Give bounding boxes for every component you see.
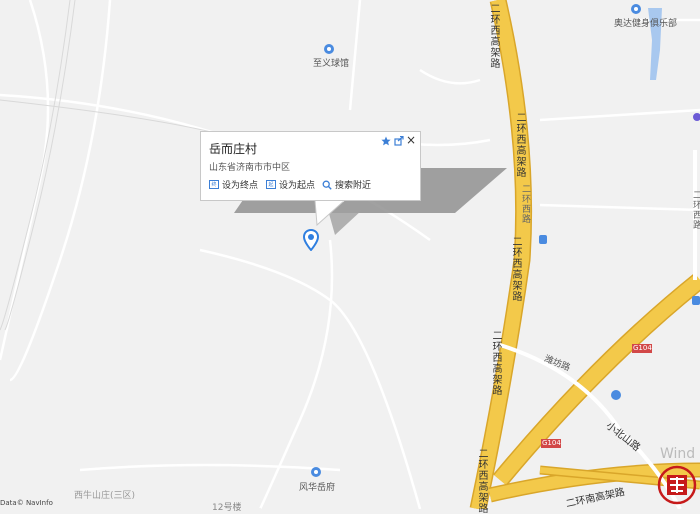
- watermark-text: Wind: [660, 446, 696, 462]
- poi-no12-label[interactable]: 12号楼: [212, 500, 241, 513]
- road-label-ring-west-right: 二环西路: [691, 190, 700, 230]
- poi-aoda-icon[interactable]: [631, 4, 641, 14]
- set-destination-button[interactable]: 终 设为终点: [209, 178, 258, 191]
- search-icon: [322, 180, 332, 190]
- info-popup: 岳而庄村 山东省济南市市中区 × 终 设为终点 起 设为起点 搜索附近: [200, 131, 421, 201]
- poi-shengyi-icon[interactable]: [324, 44, 334, 54]
- g104-label-2: G104: [542, 439, 561, 447]
- popup-title: 岳而庄村: [209, 142, 258, 156]
- poi-fenghua-icon[interactable]: [311, 467, 321, 477]
- set-origin-button[interactable]: 起 设为起点: [266, 178, 315, 191]
- site-logo-stamp: [657, 465, 697, 505]
- map-canvas[interactable]: [0, 0, 700, 509]
- poi-fenghua-label[interactable]: 风华岳府: [299, 480, 335, 493]
- destination-icon: 终: [209, 180, 219, 189]
- road-label-ring-west-viaduct-3: 二环西高架路: [510, 236, 521, 302]
- road-label-ring-west: 二环西路: [520, 184, 530, 224]
- location-pin-icon[interactable]: [303, 229, 319, 251]
- search-nearby-label: 搜索附近: [335, 181, 372, 191]
- road-label-ring-west-viaduct-2: 二环西高架路: [514, 112, 525, 178]
- set-destination-label: 设为终点: [222, 181, 259, 191]
- bus-stop-icon[interactable]: [539, 235, 547, 244]
- poi-xiniushan-label[interactable]: 西牛山庄(三区): [74, 488, 135, 501]
- poi-shengyi-label[interactable]: 至义球馆: [313, 56, 349, 69]
- minor-roads: [0, 0, 700, 509]
- poi-aoda-label[interactable]: 奥达健身俱乐部: [614, 16, 677, 29]
- road-label-ring-west-viaduct: 二环西高架路: [488, 3, 499, 69]
- set-origin-label: 设为起点: [279, 181, 316, 191]
- g104-label-1: G104: [633, 344, 652, 352]
- search-nearby-button[interactable]: 搜索附近: [322, 178, 371, 191]
- road-label-ring-west-viaduct-5: 二环西高架路: [476, 448, 487, 514]
- star-icon[interactable]: [381, 136, 391, 146]
- popup-address: 山东省济南市市中区: [209, 163, 291, 173]
- bus-stop-icon-2[interactable]: [692, 296, 700, 305]
- share-icon[interactable]: [394, 136, 404, 146]
- map-copyright: Data© NavInfo: [0, 499, 53, 507]
- popup-tail: [314, 200, 346, 226]
- poi-blue-icon[interactable]: [611, 390, 621, 400]
- origin-icon: 起: [266, 180, 276, 189]
- close-icon[interactable]: ×: [406, 133, 416, 147]
- poi-purple-icon[interactable]: [693, 113, 700, 121]
- road-label-ring-west-viaduct-4: 二环西高架路: [490, 330, 501, 396]
